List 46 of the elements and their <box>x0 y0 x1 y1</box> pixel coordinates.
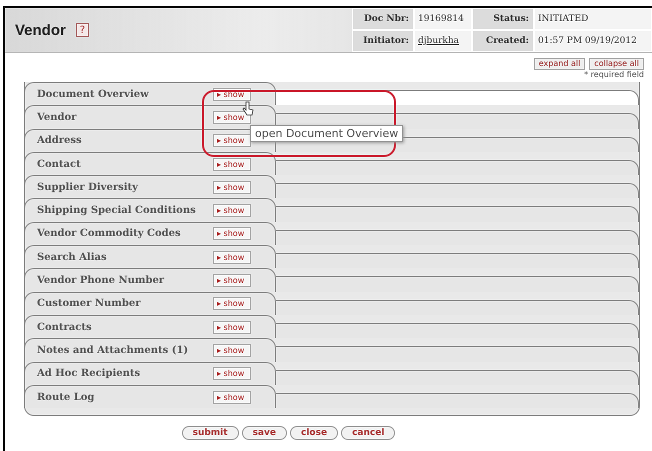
show-button[interactable]: ▸ show <box>213 367 251 380</box>
collapse-button[interactable]: collapse all <box>589 58 644 70</box>
show-button[interactable]: ▸ show <box>213 344 251 357</box>
section-title: Customer Number <box>37 298 142 310</box>
section-title: Search Alias <box>37 252 108 263</box>
hand-cursor-icon <box>242 101 254 117</box>
action-button[interactable]: close <box>290 426 338 440</box>
show-button[interactable]: ▸ show <box>213 134 251 148</box>
show-button[interactable]: ▸ show <box>213 180 251 194</box>
section-title: Route Log <box>37 392 96 402</box>
section-title: Contact <box>37 158 82 170</box>
show-button[interactable]: ▸ show <box>213 227 251 240</box>
section-title: Notes and Attachments (1) <box>37 344 190 356</box>
action-button[interactable]: save <box>242 426 287 440</box>
show-button[interactable]: ▸ show <box>213 274 251 288</box>
show-button[interactable]: ▸ show <box>213 320 251 334</box>
page-title: Vendor <box>15 22 66 38</box>
show-button[interactable]: ▸ show <box>213 204 251 218</box>
section-title: Vendor <box>37 112 78 123</box>
field-value: 19169814 <box>414 8 472 30</box>
help-icon[interactable]: ? <box>76 23 89 37</box>
section-title: Document Overview <box>37 88 150 100</box>
show-button[interactable]: ▸ show <box>213 250 251 264</box>
field-label: Initiator: <box>352 30 414 52</box>
tooltip: open Document Overview <box>250 125 404 142</box>
show-button[interactable]: ▸ show <box>213 110 251 124</box>
section-title: Contracts <box>37 322 93 333</box>
field-label: Status: <box>472 8 534 30</box>
section-title: Shipping Special Conditions <box>37 205 197 216</box>
field-label: Created: <box>472 30 534 52</box>
section-title: Ad Hoc Recipients <box>37 368 142 380</box>
field-value: 01:57 PM 09/19/2012 <box>534 30 652 52</box>
action-button[interactable]: cancel <box>341 426 396 440</box>
initiator-link[interactable]: djburkha <box>414 30 472 52</box>
field-value: INITIATED <box>534 8 652 30</box>
required-note: * required field <box>584 70 644 79</box>
section-title: Vendor Commodity Codes <box>37 228 182 240</box>
section-title: Vendor Phone Number <box>37 275 166 286</box>
section-title: Address <box>37 135 83 146</box>
show-button[interactable]: ▸ show <box>213 158 251 171</box>
expand-button[interactable]: expand all <box>534 58 586 70</box>
show-button[interactable]: ▸ show <box>213 297 251 310</box>
section-title: Supplier Diversity <box>37 182 140 193</box>
field-label: Doc Nbr: <box>352 8 414 30</box>
show-button[interactable]: ▸ show <box>213 390 251 404</box>
action-button[interactable]: submit <box>182 426 239 440</box>
